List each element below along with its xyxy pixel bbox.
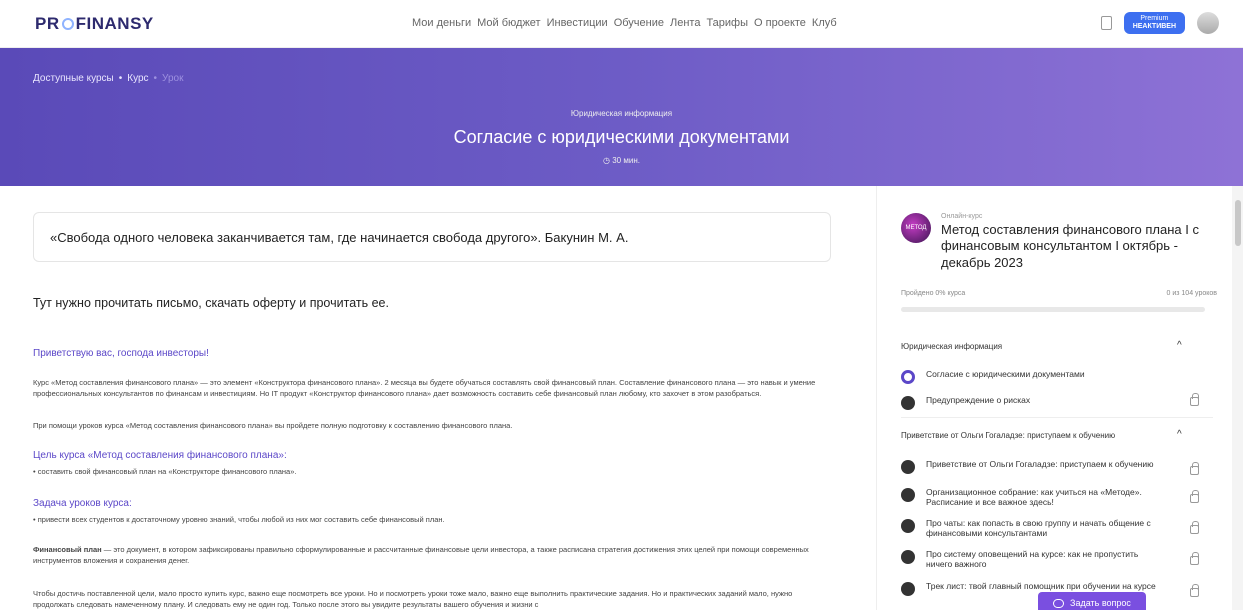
- course-sidebar: МЕТОД Онлайн-курс Метод составления фина…: [876, 186, 1231, 610]
- course-logo: МЕТОД: [901, 213, 931, 243]
- chat-icon: [1053, 598, 1065, 608]
- lesson-item[interactable]: Про чаты: как попасть в свою группу и на…: [901, 518, 1213, 539]
- task-item: привести всех студентов к достаточному у…: [33, 515, 445, 524]
- lead-text: Тут нужно прочитать письмо, скачать офер…: [33, 296, 389, 310]
- nav-item-budget[interactable]: Мой бюджет: [477, 17, 540, 29]
- goal-heading: Цель курса «Метод составления финансовог…: [33, 450, 287, 461]
- breadcrumb-separator: •: [153, 73, 158, 84]
- progress-count: 0 из 104 уроков: [1166, 290, 1218, 297]
- divider: [901, 417, 1213, 418]
- intro-paragraph-2: При помощи уроков курса «Метод составлен…: [33, 421, 513, 430]
- lesson-content: «Свобода одного человека заканчивается т…: [0, 186, 876, 610]
- nav-item-feed[interactable]: Лента: [670, 17, 700, 29]
- premium-badge[interactable]: Premium НЕАКТИВЕН: [1123, 12, 1185, 34]
- lock-icon: [1190, 490, 1199, 503]
- lesson-icon: [901, 550, 915, 564]
- lesson-duration: ◷ 30 мин.: [603, 156, 640, 165]
- progress-label: Пройдено 0% курса: [901, 290, 966, 297]
- lesson-icon: [901, 396, 915, 410]
- section-welcome[interactable]: Приветствие от Ольги Гогаладзе: приступа…: [901, 431, 1115, 440]
- avatar[interactable]: [1197, 12, 1219, 34]
- main-nav: Мои деньги Мой бюджет Инвестиции Обучени…: [412, 17, 837, 29]
- logo[interactable]: PR FINANSY: [35, 14, 154, 34]
- scrollbar-thumb[interactable]: [1235, 200, 1241, 246]
- greeting-heading: Приветствую вас, господа инвесторы!: [33, 348, 209, 359]
- course-type: Онлайн-курс: [941, 213, 983, 220]
- lock-icon: [1190, 552, 1199, 565]
- lesson-item[interactable]: Предупреждение о рисках: [901, 393, 1213, 410]
- nav-right: Premium НЕАКТИВЕН: [1100, 12, 1219, 34]
- lock-icon: [1190, 584, 1199, 597]
- breadcrumb-lesson: Урок: [162, 73, 184, 84]
- course-title[interactable]: Метод составления финансового плана I с …: [941, 222, 1221, 271]
- logo-ring-icon: [61, 18, 74, 30]
- nav-item-about[interactable]: О проекте: [754, 17, 806, 29]
- lock-icon: [1190, 462, 1199, 475]
- lesson-icon: [901, 582, 915, 596]
- breadcrumb-separator: •: [118, 73, 123, 84]
- lesson-icon: [901, 488, 915, 502]
- page-title: Согласие с юридическими документами: [453, 127, 790, 147]
- nav-item-learning[interactable]: Обучение: [614, 17, 664, 29]
- lesson-item[interactable]: Согласие с юридическими документами: [901, 369, 1213, 384]
- lesson-category: Юридическая информация: [570, 109, 673, 118]
- lesson-active-icon: [901, 370, 915, 384]
- goal-item: составить свой финансовый план на «Конст…: [33, 467, 297, 476]
- lock-icon: [1190, 393, 1199, 406]
- lesson-hero: Доступные курсы • Курс • Урок Юридическа…: [0, 48, 1243, 186]
- section-legal[interactable]: Юридическая информация: [901, 342, 1002, 351]
- scrollbar[interactable]: [1232, 186, 1243, 610]
- breadcrumb: Доступные курсы • Курс • Урок: [33, 73, 183, 84]
- nav-item-investments[interactable]: Инвестиции: [547, 17, 608, 29]
- intro-paragraph: Курс «Метод составления финансового план…: [33, 378, 816, 398]
- chevron-up-icon[interactable]: ^: [1177, 429, 1182, 440]
- lesson-item[interactable]: Про систему оповещений на курсе: как не …: [901, 549, 1213, 570]
- top-navbar: PR FINANSY Мои деньги Мой бюджет Инвести…: [0, 0, 1243, 48]
- closing-paragraph: Чтобы достичь поставленной цели, мало пр…: [33, 589, 793, 609]
- lesson-item[interactable]: Приветствие от Ольги Гогаладзе: приступа…: [901, 459, 1213, 475]
- lock-icon: [1190, 521, 1199, 534]
- clock-icon: ◷: [603, 156, 610, 165]
- lesson-icon: [901, 460, 915, 474]
- bookmark-icon[interactable]: [1100, 16, 1112, 30]
- chevron-up-icon[interactable]: ^: [1177, 340, 1182, 351]
- lesson-item[interactable]: Организационное собрание: как учиться на…: [901, 487, 1213, 508]
- breadcrumb-courses[interactable]: Доступные курсы: [33, 73, 114, 84]
- fin-plan-paragraph: Финансовый план — это документ, в которо…: [33, 545, 809, 565]
- lesson-icon: [901, 519, 915, 533]
- breadcrumb-course[interactable]: Курс: [127, 73, 148, 84]
- task-heading: Задача уроков курса:: [33, 498, 132, 509]
- quote-box: «Свобода одного человека заканчивается т…: [33, 212, 831, 262]
- nav-item-club[interactable]: Клуб: [812, 17, 837, 29]
- nav-item-money[interactable]: Мои деньги: [412, 17, 471, 29]
- ask-question-button[interactable]: Задать вопрос: [1038, 592, 1146, 610]
- nav-item-tariffs[interactable]: Тарифы: [706, 17, 748, 29]
- progress-bar: [901, 307, 1205, 312]
